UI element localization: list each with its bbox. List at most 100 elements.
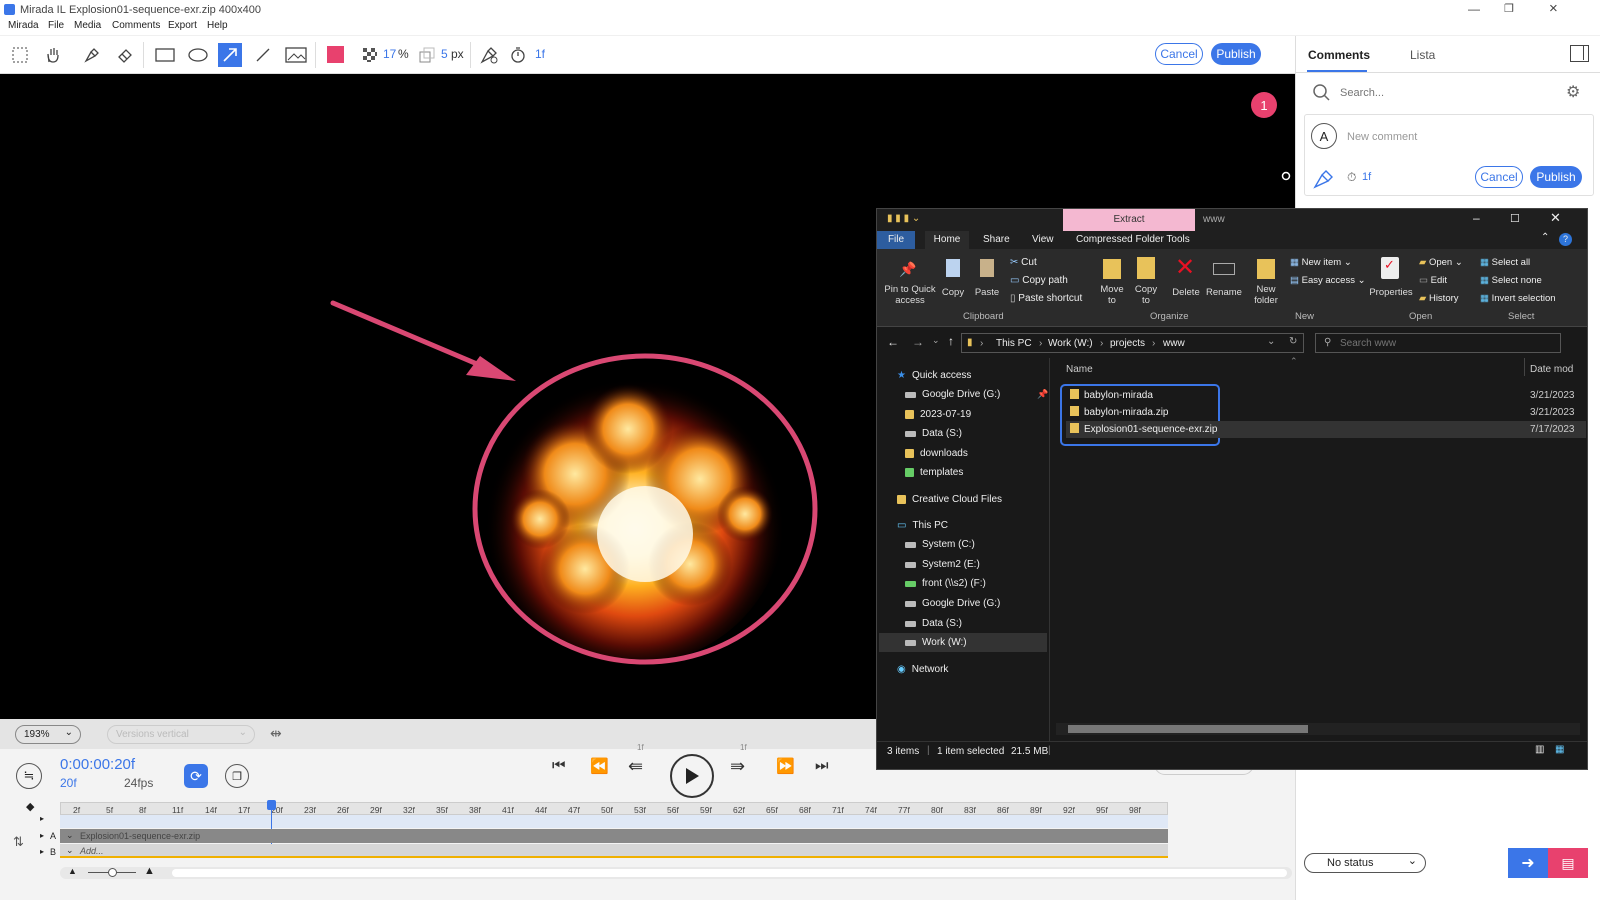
- compare-icon[interactable]: ≒: [16, 763, 42, 789]
- menu-file[interactable]: File: [48, 20, 64, 31]
- new-item-button[interactable]: ▦ New item ⌄: [1290, 257, 1352, 268]
- nav-google-drive[interactable]: Google Drive (G:): [905, 389, 1000, 400]
- color-swatch[interactable]: [327, 46, 344, 63]
- line-icon[interactable]: [251, 43, 275, 67]
- nav-front-f[interactable]: front (\\s2) (F:): [905, 578, 986, 589]
- timeline-scrollbar[interactable]: [172, 869, 1287, 877]
- status-select[interactable]: No status ⌄: [1304, 853, 1426, 873]
- track-a-expand[interactable]: ▸: [40, 831, 44, 840]
- go-to-end-icon[interactable]: ⏭: [815, 757, 829, 774]
- expand-icon[interactable]: ▸: [40, 814, 44, 823]
- breadcrumb-work[interactable]: Work (W:): [1048, 338, 1093, 349]
- publish-button[interactable]: Publish: [1211, 43, 1261, 65]
- explorer-minimize-icon[interactable]: –: [1473, 211, 1480, 225]
- split-icon[interactable]: ⇹: [270, 725, 282, 742]
- next-frame-icon[interactable]: ⏩: [776, 757, 795, 775]
- file-row-babylon-mirada-zip[interactable]: babylon-mirada.zip 3/21/2023: [1066, 404, 1586, 421]
- timer-icon[interactable]: [506, 43, 530, 67]
- quick-access-toolbar-icon[interactable]: ▮ ▮ ▮ ⌄: [887, 213, 920, 224]
- menu-help[interactable]: Help: [207, 20, 228, 31]
- select-icon[interactable]: [8, 43, 32, 67]
- opacity-value[interactable]: 17: [383, 47, 396, 61]
- go-to-start-icon[interactable]: ⏮: [552, 757, 566, 774]
- play-button[interactable]: [670, 754, 714, 798]
- ellipse-icon[interactable]: [186, 43, 210, 67]
- tab-list[interactable]: Lista: [1410, 48, 1435, 62]
- nav-google-drive-2[interactable]: Google Drive (G:): [905, 598, 1000, 609]
- collapse-panel-icon[interactable]: [1570, 45, 1589, 62]
- annotate-icon[interactable]: [1313, 167, 1335, 189]
- brush-size-value[interactable]: 5: [441, 47, 448, 61]
- file-row-explosion-zip[interactable]: Explosion01-sequence-exr.zip 7/17/2023: [1066, 421, 1586, 438]
- tab-comments[interactable]: Comments: [1308, 48, 1370, 62]
- document-icon[interactable]: ▤: [1548, 848, 1588, 878]
- menu-media[interactable]: Media: [74, 20, 101, 31]
- copy-button[interactable]: Copy: [937, 287, 969, 298]
- explorer-close-icon[interactable]: ✕: [1550, 210, 1561, 226]
- menu-mirada[interactable]: Mirada: [8, 20, 39, 31]
- column-date[interactable]: Date mod: [1530, 364, 1573, 375]
- restore-icon[interactable]: ❐: [1504, 2, 1514, 15]
- tab-compressed-tools[interactable]: Compressed Folder Tools: [1076, 234, 1190, 245]
- comment-cancel-button[interactable]: Cancel: [1475, 166, 1523, 188]
- playhead-handle[interactable]: [267, 800, 276, 810]
- recent-icon[interactable]: ⌄: [932, 335, 940, 346]
- details-view-icon[interactable]: ▥: [1535, 744, 1544, 755]
- cancel-button[interactable]: Cancel: [1155, 43, 1203, 65]
- breadcrumb-projects[interactable]: projects: [1110, 338, 1145, 349]
- duration-value[interactable]: 1f: [535, 47, 545, 61]
- column-name[interactable]: Name: [1066, 364, 1093, 375]
- zoom-in-icon[interactable]: ▲: [144, 865, 155, 877]
- pen-icon[interactable]: [80, 43, 104, 67]
- timeline-zoom-bar[interactable]: ▲ ▲: [60, 865, 1292, 879]
- comment-marker-badge[interactable]: 1: [1251, 92, 1277, 118]
- select-all-button[interactable]: ▦ Select all: [1480, 257, 1530, 268]
- explorer-maximize-icon[interactable]: ☐: [1510, 212, 1520, 225]
- nav-this-pc[interactable]: ▭ This PC: [897, 520, 948, 531]
- paste-button[interactable]: Paste: [969, 287, 1005, 298]
- swap-tracks-icon[interactable]: ⇅: [13, 834, 24, 850]
- send-icon[interactable]: ➜: [1508, 848, 1548, 878]
- move-to-button[interactable]: Move to: [1097, 284, 1127, 306]
- properties-button[interactable]: Properties: [1367, 287, 1415, 298]
- zoom-slider-thumb[interactable]: [108, 868, 117, 877]
- nav-quick-access[interactable]: ★ Quick access: [897, 370, 971, 381]
- zoom-out-icon[interactable]: ▲: [68, 866, 77, 876]
- track-a[interactable]: ⌄ Explosion01-sequence-exr.zip: [60, 829, 1168, 843]
- nav-system2-e[interactable]: System2 (E:): [905, 559, 980, 570]
- track-a-chevron-icon[interactable]: ⌄: [66, 830, 74, 841]
- invert-selection-button[interactable]: ▦ Invert selection: [1480, 293, 1556, 304]
- pen-settings-icon[interactable]: [477, 43, 501, 67]
- tab-file[interactable]: File: [877, 231, 915, 249]
- help-icon[interactable]: ?: [1559, 233, 1572, 246]
- nav-system-c[interactable]: System (C:): [905, 539, 975, 550]
- file-row-babylon-mirada[interactable]: babylon-mirada 3/21/2023: [1066, 387, 1586, 404]
- track-b-add[interactable]: Add...: [80, 846, 104, 856]
- explorer-search-input[interactable]: [1340, 336, 1550, 350]
- breadcrumb-www[interactable]: www: [1163, 338, 1185, 349]
- forward-icon[interactable]: →: [912, 335, 924, 349]
- track-b-expand[interactable]: ▸: [40, 847, 44, 856]
- track-b-chevron-icon[interactable]: ⌄: [66, 845, 74, 856]
- eraser-icon[interactable]: [113, 43, 137, 67]
- new-comment-input[interactable]: New comment: [1347, 131, 1417, 143]
- edit-button[interactable]: ▭ Edit: [1419, 275, 1447, 286]
- menu-export[interactable]: Export: [168, 20, 197, 31]
- copy-to-button[interactable]: Copy to: [1131, 284, 1161, 306]
- tab-share[interactable]: Share: [983, 234, 1010, 245]
- new-folder-button[interactable]: New folder: [1249, 284, 1283, 306]
- history-button[interactable]: ▰ History: [1419, 293, 1459, 304]
- select-none-button[interactable]: ▦ Select none: [1480, 275, 1542, 286]
- address-dropdown-icon[interactable]: ⌄: [1267, 336, 1275, 347]
- easy-access-button[interactable]: ▤ Easy access ⌄: [1290, 275, 1366, 286]
- breadcrumb-this-pc[interactable]: This PC: [996, 338, 1032, 349]
- track-b[interactable]: ⌄ Add...: [60, 844, 1168, 858]
- address-bar[interactable]: ▮ › This PC › Work (W:) › projects › www…: [961, 333, 1304, 353]
- nav-data-2[interactable]: Data (S:): [905, 618, 962, 629]
- step-back-icon[interactable]: ⇚: [628, 756, 643, 777]
- copy-path-button[interactable]: ▭ Copy path: [1010, 275, 1068, 286]
- frame-ruler[interactable]: 2f 5f 8f 11f 14f 17f 20f 23f 26f 29f 32f 35f 38f 41f 4…: [60, 802, 1168, 815]
- nav-templates[interactable]: templates: [905, 467, 963, 478]
- extract-context-tab[interactable]: Extract: [1063, 209, 1195, 231]
- comment-publish-button[interactable]: Publish: [1530, 166, 1582, 188]
